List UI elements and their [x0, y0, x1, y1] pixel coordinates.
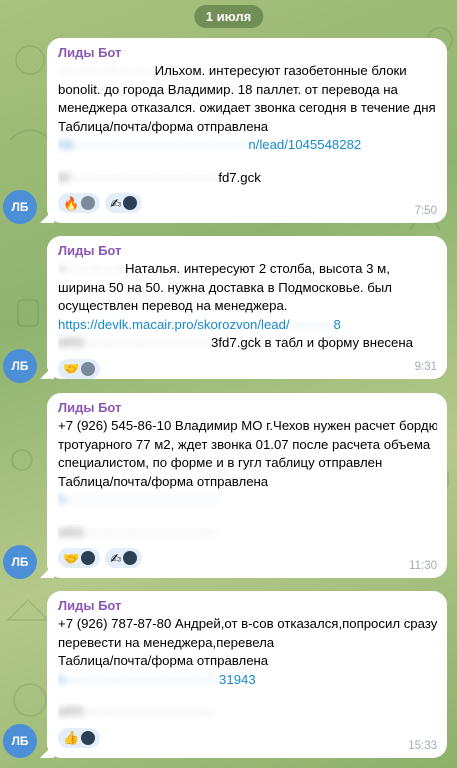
handshake-emoji: 🤝 — [63, 550, 80, 566]
redacted-text: bf05······························ — [58, 524, 216, 540]
redacted-text: bf05····························· — [58, 335, 212, 350]
message-bubble[interactable]: Лиды Бот +···· ··· ·· ··Наталья. интерес… — [47, 236, 447, 379]
message-text: Ильхом. интересуют газобетонные блоки — [154, 63, 407, 78]
message-text: Таблица/почта/форма отправлена — [58, 473, 269, 489]
reactions-bar: 🤝 — [58, 358, 437, 379]
redacted-link[interactable]: htt·····································… — [58, 137, 248, 152]
lead-link[interactable]: https://devlk.macair.pro/skorozvon/lead/ — [58, 317, 290, 332]
message-text: ширина 50 на 50. нужна доставка в Подмос… — [58, 279, 392, 295]
message-text: Наталья. интересуют 2 столба, высота 3 м… — [125, 261, 390, 276]
bot-avatar[interactable]: ЛБ — [3, 724, 37, 758]
date-separator: 1 июля — [193, 5, 264, 28]
message-time: 7:50 — [414, 205, 437, 217]
message-time: 9:31 — [414, 361, 437, 373]
message-text: 3fd7.gck в табл и форму внесена — [211, 335, 413, 350]
writing-hand-emoji: ✍ — [110, 195, 122, 211]
redacted-link[interactable]: h··································· — [58, 492, 219, 507]
reaction-handshake[interactable]: 🤝 — [58, 358, 101, 379]
lead-link[interactable]: n/lead/1045548282 — [248, 137, 361, 152]
message-bubble[interactable]: Лиды Бот +7 (926) 545-86-10 Владимир МО … — [47, 393, 447, 578]
reactions-bar: 🔥 ✍ — [58, 193, 437, 213]
bot-avatar[interactable]: ЛБ — [3, 545, 37, 579]
sender-name[interactable]: Лиды Бот — [58, 399, 437, 417]
message-text: тротуарного 77 м2, ждет звонка 01.07 пос… — [58, 436, 431, 452]
redacted-text: bf05······························ — [58, 704, 216, 719]
message-text: перевести на менеджера,перевела — [58, 634, 275, 650]
fire-emoji: 🔥 — [63, 195, 80, 211]
message-text: Таблица/почта/форма отправлена — [58, 118, 269, 134]
message-text: менеджера отказался. ожидает звонка сего… — [58, 100, 436, 115]
sender-name[interactable]: Лиды Бот — [58, 44, 437, 62]
writing-hand-emoji: ✍ — [110, 550, 122, 566]
thumbs-up-emoji: 👍 — [63, 730, 80, 745]
reactions-bar: 👍 — [58, 727, 437, 748]
reactor-avatar — [81, 196, 96, 210]
redacted-text: +···· ··· ·· ·· — [58, 261, 125, 276]
message-time: 15:33 — [408, 740, 437, 752]
bot-avatar[interactable]: ЛБ — [3, 349, 37, 383]
reaction-handshake[interactable]: 🤝 — [58, 548, 101, 568]
bot-avatar[interactable]: ЛБ — [3, 190, 37, 224]
reaction-writing-hand[interactable]: ✍ — [105, 548, 143, 568]
redacted-link[interactable]: h··································· — [58, 672, 219, 687]
sender-name[interactable]: Лиды Бот — [58, 242, 437, 260]
handshake-emoji: 🤝 — [63, 361, 80, 376]
reactor-avatar — [81, 730, 96, 745]
reactor-avatar — [123, 196, 138, 210]
message-text: fd7.gck — [218, 169, 261, 185]
redacted-text: bf·································· — [58, 169, 219, 185]
message-text: осуществлен перевод на менеджера. — [58, 298, 288, 313]
redacted-link[interactable]: ·········· — [290, 317, 334, 332]
message-bubble[interactable]: Лиды Бот - ·· ···· ···· ·· ··· ·Ильхом. … — [47, 38, 447, 223]
redacted-text: - ·· ···· ···· ·· ··· · — [58, 63, 155, 78]
message-text: +7 (926) 787-87-80 Андрей,от в-сов отказ… — [58, 616, 437, 631]
message-text: +7 (926) 545-86-10 Владимир МО г.Чехов н… — [58, 418, 437, 433]
message-text: специалистом, по форме и в гугл таблицу … — [58, 455, 383, 470]
reaction-writing-hand[interactable]: ✍ — [105, 193, 143, 213]
message-text: bonolit. до города Владимир. 18 паллет. … — [58, 81, 398, 97]
reaction-thumbs-up[interactable]: 👍 — [58, 727, 101, 748]
message-bubble[interactable]: Лиды Бот +7 (926) 787-87-80 Андрей,от в-… — [47, 591, 447, 758]
lead-link-tail[interactable]: 8 — [334, 317, 341, 332]
reactions-bar: 🤝 ✍ — [58, 548, 437, 568]
lead-link-tail[interactable]: 31943 — [219, 672, 256, 687]
sender-name[interactable]: Лиды Бот — [58, 597, 437, 615]
message-time: 11:30 — [409, 560, 437, 572]
reactor-avatar — [81, 361, 96, 376]
reactor-avatar — [123, 551, 138, 565]
message-text: Таблица/почта/форма отправлена — [58, 653, 269, 668]
reaction-fire[interactable]: 🔥 — [58, 193, 101, 213]
reactor-avatar — [81, 551, 96, 565]
